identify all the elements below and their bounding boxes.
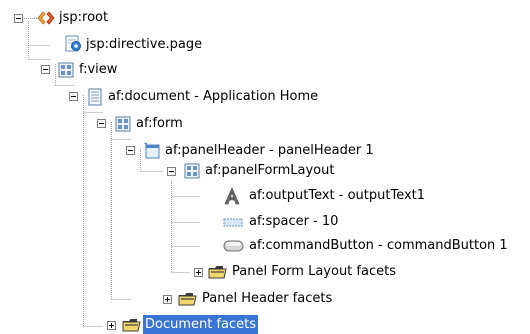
tree-node-label: f:view: [79, 62, 118, 77]
tree-node-af-outputtext[interactable]: af:outputText - outputText1: [0, 186, 470, 207]
output-text-icon: [223, 187, 241, 205]
collapse-toggle[interactable]: [97, 119, 106, 128]
tree-node-label: Panel Header facets: [202, 291, 333, 306]
tree-node-panel-header-facets[interactable]: Panel Header facets: [0, 289, 400, 310]
tree-node-label: Panel Form Layout facets: [232, 264, 396, 279]
directive-icon: [64, 35, 82, 53]
tree-node-af-panelformlayout[interactable]: af:panelFormLayout: [0, 160, 400, 181]
collapse-toggle[interactable]: [14, 14, 23, 23]
folder-icon: [178, 290, 197, 308]
tree-node-af-commandbutton[interactable]: af:commandButton - commandButton 1: [0, 236, 530, 257]
tree-node-af-document[interactable]: af:document - Application Home: [0, 87, 380, 108]
tree-node-label: af:commandButton - commandButton 1: [249, 238, 508, 253]
tree-node-af-panelheader[interactable]: af:panelHeader - panelHeader 1: [0, 141, 440, 162]
collapse-toggle[interactable]: [126, 146, 135, 155]
component-tree: jsp:root jsp:directive.page f:view af:do…: [0, 0, 530, 334]
collapse-toggle[interactable]: [69, 92, 78, 101]
collapse-toggle[interactable]: [167, 167, 176, 176]
tree-node-af-form[interactable]: af:form: [0, 114, 220, 135]
spacer-icon: [223, 213, 243, 231]
tree-node-label: jsp:directive.page: [86, 37, 203, 52]
tree-node-document-facets[interactable]: Document facets: [0, 315, 320, 334]
container-icon: [57, 61, 75, 79]
tree-node-label: af:form: [136, 116, 183, 131]
container-icon: [183, 162, 201, 180]
container-icon: [114, 115, 132, 133]
tree-node-label: af:spacer - 10: [249, 214, 339, 229]
folder-icon: [208, 263, 227, 281]
expand-toggle[interactable]: [107, 321, 116, 330]
document-icon: [86, 88, 104, 106]
tree-node-label: af:document - Application Home: [108, 89, 319, 104]
expand-toggle[interactable]: [194, 268, 203, 277]
tree-node-label: af:panelHeader - panelHeader 1: [165, 143, 374, 158]
panel-header-icon: [143, 142, 161, 160]
collapse-toggle[interactable]: [41, 65, 50, 74]
jsp-root-icon: [37, 9, 55, 27]
tree-node-label: af:outputText - outputText1: [249, 188, 426, 203]
tree-node-label-selected: Document facets: [143, 315, 259, 334]
tree-node-jsp-directive-page[interactable]: jsp:directive.page: [0, 35, 260, 56]
expand-toggle[interactable]: [163, 295, 172, 304]
tree-node-jsp-root[interactable]: jsp:root: [0, 8, 200, 29]
command-button-icon: [223, 237, 244, 255]
tree-node-af-spacer[interactable]: af:spacer - 10: [0, 212, 360, 233]
folder-icon: [122, 316, 141, 334]
tree-node-panel-form-layout-facets[interactable]: Panel Form Layout facets: [0, 262, 440, 283]
tree-node-label: jsp:root: [59, 10, 109, 25]
tree-node-f-view[interactable]: f:view: [0, 60, 160, 81]
tree-node-label: af:panelFormLayout: [205, 163, 335, 178]
